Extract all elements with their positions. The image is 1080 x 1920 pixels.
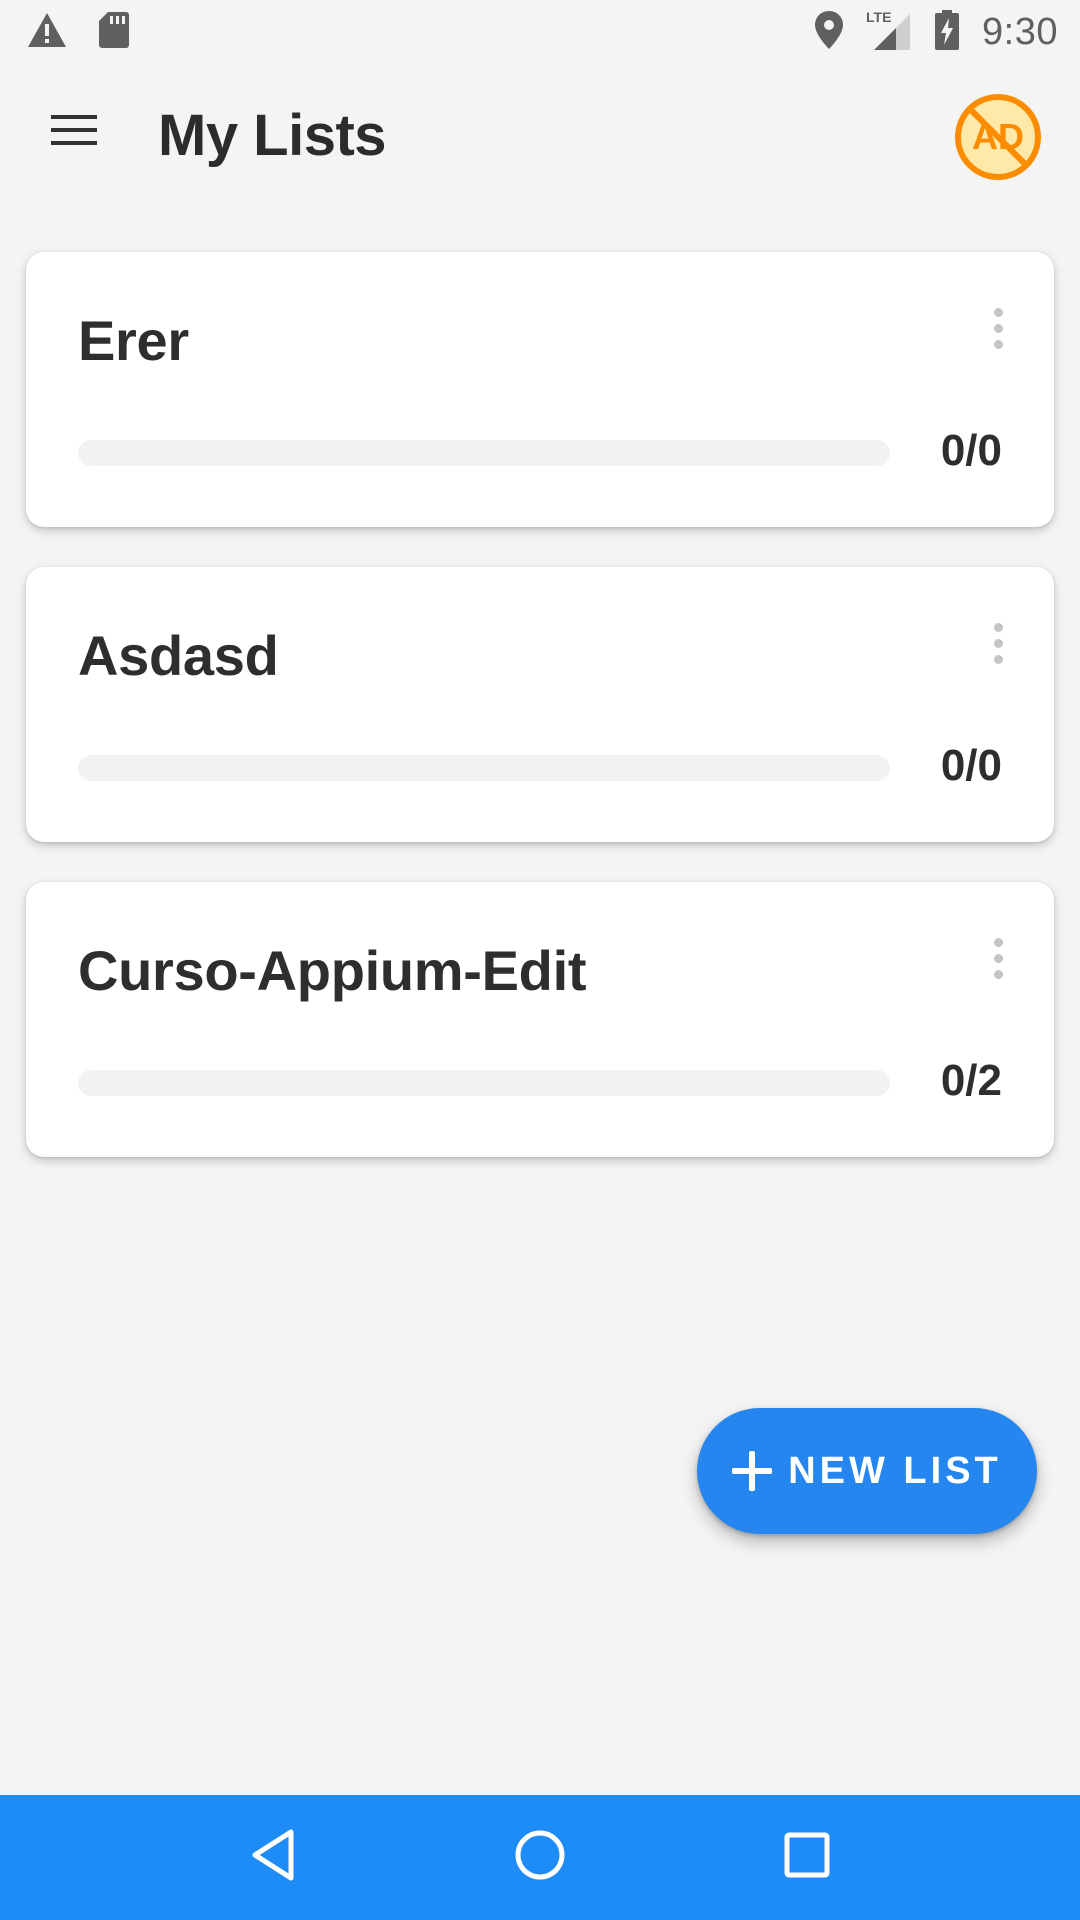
list-title: Curso-Appium-Edit: [78, 939, 587, 1002]
list-count: 0/2: [940, 1056, 1002, 1105]
signal-icon: LTE: [866, 8, 912, 57]
status-left: [26, 11, 130, 54]
warning-icon: [26, 11, 68, 54]
list-count: 0/0: [940, 741, 1002, 790]
screen: LTE 9:30 My Lists AD Erer 0/0: [0, 0, 1080, 1920]
list-progress-bar: [78, 440, 890, 466]
battery-charging-icon: [934, 9, 960, 56]
list-overflow-menu-icon[interactable]: [978, 298, 1018, 358]
network-type-label: LTE: [866, 9, 891, 25]
home-button[interactable]: [495, 1813, 585, 1903]
plus-icon: [732, 1451, 773, 1491]
new-list-label: NEW LIST: [788, 1449, 1002, 1492]
status-bar: LTE 9:30: [0, 0, 1080, 64]
menu-button[interactable]: [34, 102, 114, 162]
recents-icon: [783, 1831, 831, 1884]
status-time: 9:30: [982, 10, 1058, 53]
page-title: My Lists: [158, 103, 387, 168]
list-progress-bar: [78, 1070, 890, 1096]
recents-button[interactable]: [762, 1813, 852, 1903]
list-overflow-menu-icon[interactable]: [978, 613, 1018, 673]
hamburger-menu-icon: [51, 114, 97, 150]
sd-card-icon: [98, 11, 130, 54]
home-icon: [513, 1828, 567, 1887]
list-count: 0/0: [940, 426, 1002, 475]
list-overflow-menu-icon[interactable]: [978, 928, 1018, 988]
remove-ads-button[interactable]: AD: [955, 94, 1041, 180]
list-title: Asdasd: [78, 624, 279, 687]
list-card[interactable]: Asdasd 0/0: [26, 567, 1054, 842]
status-right: LTE 9:30: [814, 8, 1058, 57]
lists-container: Erer 0/0 Asdasd 0/0 Curso-Appium-Edit 0/…: [26, 252, 1054, 1197]
list-card[interactable]: Erer 0/0: [26, 252, 1054, 527]
list-progress-bar: [78, 755, 890, 781]
location-icon: [814, 10, 844, 55]
list-title: Erer: [78, 309, 189, 372]
back-icon: [249, 1828, 297, 1887]
back-button[interactable]: [228, 1813, 318, 1903]
app-bar: My Lists AD: [0, 64, 1080, 210]
list-card[interactable]: Curso-Appium-Edit 0/2: [26, 882, 1054, 1157]
new-list-button[interactable]: NEW LIST: [697, 1408, 1037, 1534]
no-ads-icon: [961, 100, 1035, 174]
system-nav-bar: [0, 1795, 1080, 1920]
